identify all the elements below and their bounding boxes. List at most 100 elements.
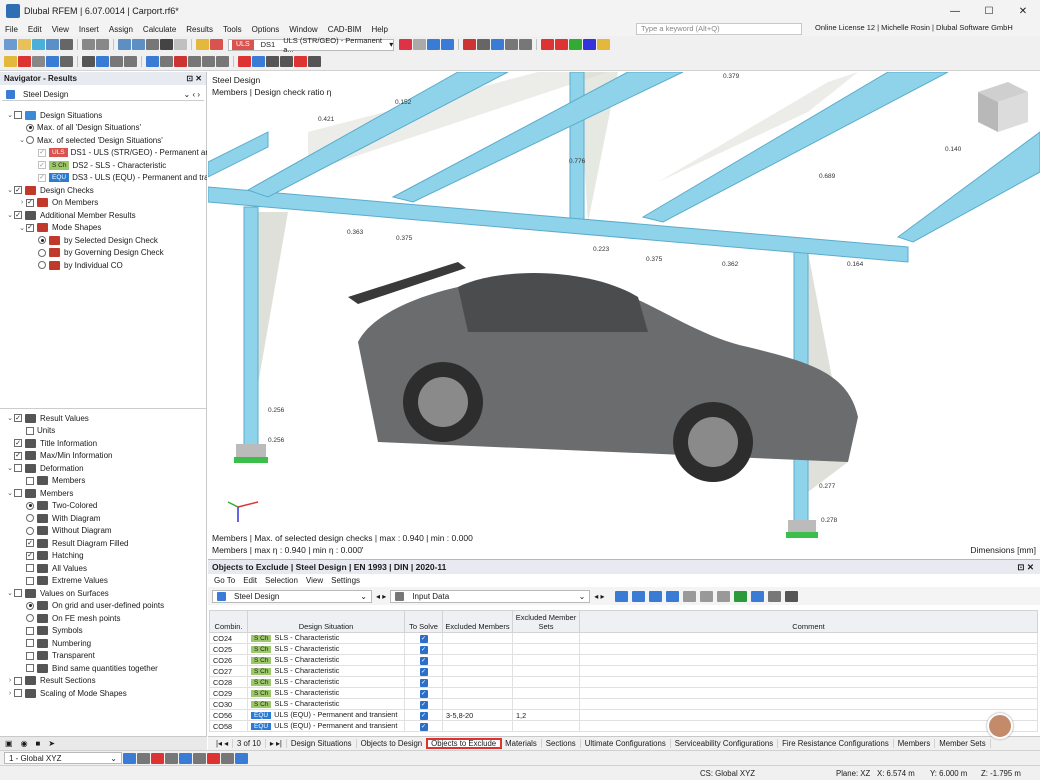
menu-edit[interactable]: Edit (243, 576, 257, 585)
to-solve-cell[interactable]: ✓ (404, 654, 443, 666)
tree-item[interactable]: ✓ EQU DS3 - ULS (EQU) - Permanent and tran… (0, 172, 207, 185)
dxf-icon[interactable] (193, 752, 206, 764)
checkbox[interactable]: ✓ (26, 223, 34, 232)
to-solve-cell[interactable]: ✓ (404, 665, 443, 677)
data-tab-icon[interactable]: ▣ (5, 739, 13, 748)
menu-calculate[interactable]: Calculate (138, 25, 181, 34)
line-tool-icon[interactable] (207, 752, 220, 764)
tree-item[interactable]: Bind same quantities together (0, 662, 207, 675)
table-row[interactable]: CO26 S Ch SLS - Characteristic ✓ (209, 654, 1038, 666)
open-file-icon[interactable] (18, 39, 31, 50)
design-situation-cell[interactable]: S Ch SLS - Characteristic (247, 632, 405, 644)
design-situation-cell[interactable]: S Ch SLS - Characteristic (247, 698, 405, 710)
tab-objects-to-design[interactable]: Objects to Design (357, 739, 428, 748)
combination-cell[interactable]: CO26 (209, 654, 248, 666)
checkbox[interactable] (14, 676, 22, 685)
results-icon[interactable] (210, 39, 223, 50)
solid-icon[interactable] (60, 56, 73, 67)
excluded-members-cell[interactable] (442, 676, 513, 688)
visibility-icon[interactable] (266, 56, 279, 67)
menu-assign[interactable]: Assign (104, 25, 138, 34)
design-situation-cell[interactable]: S Ch SLS - Characteristic (247, 665, 405, 677)
tree-item[interactable]: by Individual CO (0, 259, 207, 272)
checkbox[interactable]: ✓ (26, 198, 34, 207)
tab-design-situations[interactable]: Design Situations (287, 739, 357, 748)
checkbox[interactable]: ✓ (14, 211, 22, 220)
tree-item[interactable]: by Selected Design Check (0, 234, 207, 247)
comment-cell[interactable] (579, 654, 1038, 666)
tree-item[interactable]: by Governing Design Check (0, 247, 207, 260)
cube-icon[interactable] (505, 39, 519, 50)
excluded-members-cell[interactable] (442, 698, 513, 710)
node-icon[interactable] (4, 56, 17, 67)
3d-viewport[interactable]: 0.379 0.152 0.421 0.140 0.776 0.689 0.36… (208, 72, 1040, 558)
filter-icon[interactable] (614, 590, 628, 602)
tree-item[interactable]: On FE mesh points (0, 612, 207, 625)
navigator-selector[interactable]: Steel Design ⌄ ‹ › (2, 88, 204, 101)
checkbox[interactable] (14, 111, 22, 120)
first-page-icon[interactable]: |◂ ◂ (212, 739, 234, 748)
checkbox[interactable]: ✓ (14, 439, 22, 448)
combination-cell[interactable]: CO24 (209, 632, 248, 644)
tree-item[interactable]: ⌄ ✓ Mode Shapes (0, 222, 207, 235)
tree-item[interactable]: ⌄ Values on Surfaces (0, 587, 207, 600)
prev-module-icon[interactable]: ◂ ▸ (376, 592, 386, 601)
menu-tools[interactable]: Tools (218, 25, 247, 34)
checkbox[interactable]: ✓ (38, 148, 46, 157)
to-solve-cell[interactable]: ✓ (404, 720, 443, 732)
snap-icon[interactable] (123, 752, 136, 764)
move-icon[interactable] (124, 56, 137, 67)
tree-item[interactable]: ⌄ ✓ Additional Member Results (0, 209, 207, 222)
result-display-icon[interactable] (399, 39, 413, 50)
dim-icon[interactable] (188, 56, 201, 67)
table-row[interactable]: CO58 EQU ULS (EQU) - Permanent and transie… (209, 720, 1038, 732)
expand-toggle-icon[interactable]: ⌄ (18, 224, 26, 232)
tree-item[interactable]: ⌄ Max. of selected 'Design Situations' (0, 134, 207, 147)
expand-toggle-icon[interactable]: ⌄ (6, 589, 14, 597)
results-tab-icon[interactable]: ➤ (48, 739, 55, 748)
menu-results[interactable]: Results (181, 25, 218, 34)
tree-item[interactable]: › ✓ On Members (0, 197, 207, 210)
checked-checkbox-icon[interactable]: ✓ (419, 646, 428, 654)
member-icon[interactable] (491, 39, 505, 50)
expand-toggle-icon[interactable]: ⌄ (6, 186, 14, 194)
grid-icon[interactable] (137, 752, 150, 764)
member-icon[interactable] (648, 590, 662, 602)
circle-icon[interactable] (235, 752, 248, 764)
table-row[interactable]: CO27 S Ch SLS - Characteristic ✓ (209, 665, 1038, 677)
table-row[interactable]: CO28 S Ch SLS - Characteristic ✓ (209, 676, 1038, 688)
excluded-member-sets-cell[interactable] (512, 632, 580, 644)
radio-button[interactable] (26, 501, 34, 510)
object-snap-icon[interactable] (151, 752, 164, 764)
copy-icon[interactable] (110, 56, 123, 67)
checkbox[interactable] (14, 589, 22, 598)
delete-row-icon[interactable] (699, 590, 713, 602)
axis-x-icon[interactable] (555, 39, 569, 50)
checkbox[interactable] (26, 564, 34, 573)
checkbox[interactable] (26, 626, 34, 635)
expand-toggle-icon[interactable]: ⌄ (6, 211, 14, 219)
tab-fire-resistance-configurations[interactable]: Fire Resistance Configurations (778, 739, 894, 748)
radio-button[interactable] (26, 601, 34, 610)
tree-item[interactable]: ✓ Hatching (0, 550, 207, 563)
tree-item[interactable]: Extreme Values (0, 575, 207, 588)
excel-icon[interactable] (733, 590, 747, 602)
to-solve-cell[interactable]: ✓ (404, 676, 443, 688)
tree-item[interactable]: ✓ Title Information (0, 437, 207, 450)
coordinate-system-select[interactable]: 1 - Global XYZ ⌄ (4, 752, 122, 764)
tree-item[interactable]: All Values (0, 562, 207, 575)
radio-button[interactable] (26, 123, 34, 132)
tree-item[interactable]: Transparent (0, 650, 207, 663)
table-icon[interactable] (132, 39, 145, 50)
box-icon[interactable] (519, 39, 533, 50)
tree-item[interactable]: Two-Colored (0, 500, 207, 513)
measure-icon[interactable] (477, 39, 491, 50)
calculate-icon[interactable] (196, 39, 209, 50)
checkbox[interactable]: ✓ (26, 551, 34, 560)
table-row[interactable]: CO56 EQU ULS (EQU) - Permanent and transie… (209, 709, 1038, 721)
excluded-member-sets-cell[interactable] (512, 665, 580, 677)
to-solve-cell[interactable]: ✓ (404, 698, 443, 710)
excluded-members-cell[interactable] (442, 643, 513, 655)
search-icon[interactable] (784, 590, 798, 602)
checkbox[interactable] (26, 576, 34, 585)
